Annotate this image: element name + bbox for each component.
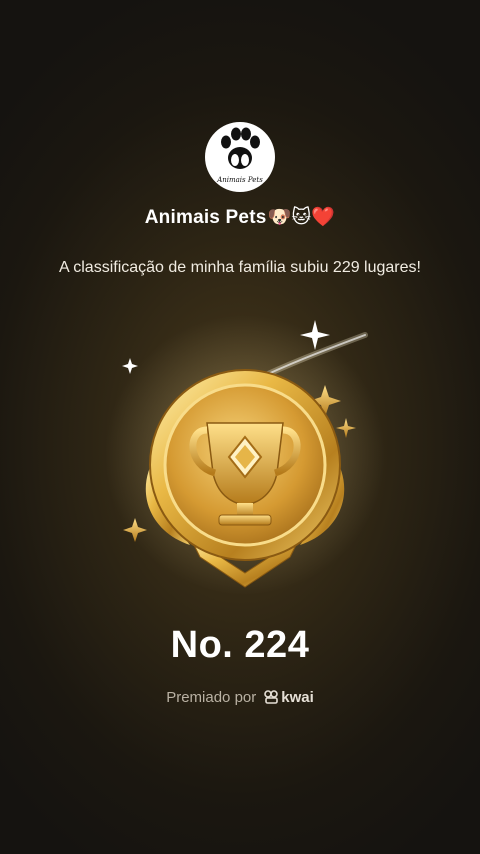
channel-emojis: 🐶🐱❤️: [267, 207, 336, 228]
channel-name: Animais Pets🐶🐱❤️: [0, 205, 480, 229]
kwai-brand-text: kwai: [281, 689, 314, 706]
rank-message: A classificação de minha família subiu 2…: [59, 259, 421, 276]
kwai-brand: kwai: [264, 689, 314, 706]
svg-text:Animais Pets: Animais Pets: [216, 176, 263, 184]
awarded-by: Premiado por kwai: [0, 689, 480, 706]
awarded-label: Premiado por: [166, 689, 257, 706]
rank-number: No. 224: [170, 624, 310, 666]
avatar[interactable]: Animais Pets: [205, 122, 275, 192]
paw-logo-icon: Animais Pets: [216, 127, 263, 184]
trophy-medal-icon: [105, 315, 385, 595]
channel-name-text: Animais Pets: [144, 207, 267, 228]
kwai-logo-icon: [264, 690, 279, 704]
